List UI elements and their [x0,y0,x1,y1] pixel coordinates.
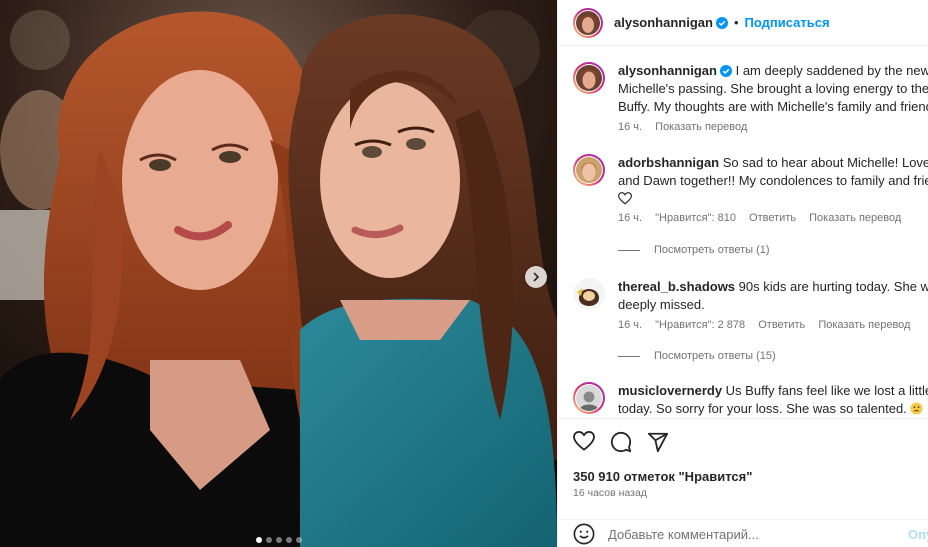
caption-line: I am deeply saddened by the news of [735,63,928,78]
photo-image [0,0,557,547]
comment-username[interactable]: adorbshannigan [618,155,719,170]
comment-button[interactable] [610,431,632,456]
post-actions: 350 910 отметок "Нравится" 16 часов наза… [558,418,928,547]
sad-face-emoji-icon [910,402,923,415]
view-replies-label: Посмотреть ответы (15) [654,350,776,362]
comment-line: So sad to hear about Michelle! Loved W [722,155,928,170]
share-button[interactable] [647,431,669,456]
caption-avatar[interactable] [573,62,605,94]
action-icons [573,431,669,456]
post-side-panel: alysonhannigan • Подписаться alysonhanni… [557,0,928,547]
carousel-dot [295,537,302,543]
comment-line: Us Buffy fans feel like we lost a little… [725,383,928,398]
comment-username[interactable]: thereal_b.shadows [618,279,735,294]
author-username[interactable]: alysonhannigan [614,15,713,30]
like-button[interactable] [573,431,595,456]
carousel-dot [285,537,292,543]
emoji-icon[interactable] [573,523,595,545]
carousel-dot [265,537,272,543]
translate-button[interactable]: Показать перевод [655,121,747,133]
follow-button[interactable]: Подписаться [745,15,830,30]
carousel-dots [0,537,557,543]
caption-username[interactable]: alysonhannigan [618,63,717,78]
author-avatar[interactable] [573,8,603,38]
comment-line: 90s kids are hurting today. She will b [738,279,928,294]
comment-text: musiclovernerdy Us Buffy fans feel like … [618,382,928,417]
avatar-image [576,65,602,91]
heart-icon [573,431,595,451]
comment-line: today. So sorry for your loss. She was s… [618,401,907,416]
view-replies-label: Посмотреть ответы (1) [654,244,770,256]
carousel-dot [275,537,282,543]
replies-line [618,249,640,251]
comment-likes[interactable]: "Нравится": 2 878 [655,319,745,331]
comment-avatar[interactable] [573,278,605,310]
comment-time: 16 ч. [618,212,643,224]
comment-icon [610,431,632,453]
caption-meta: 16 ч. Показать перевод [618,121,757,133]
avatar-image [576,10,600,35]
avatar-image [576,385,602,411]
avatar-image [576,157,602,183]
view-replies-button[interactable]: Посмотреть ответы (15) [618,350,776,362]
caption-time: 16 ч. [618,121,643,133]
translate-button[interactable]: Показать перевод [809,212,901,224]
comment-meta: 16 ч. "Нравится": 810 Ответить Показать … [618,212,911,224]
comment-composer: Опубликовать [558,519,928,547]
heart-emoji-icon [618,192,632,205]
caption-line: Michelle's passing. She brought a loving… [618,81,928,96]
post-photo[interactable] [0,0,557,547]
caption-text: alysonhannigan I am deeply saddened by t… [618,62,928,116]
comment-line: and Dawn together!! My condolences to fa… [618,173,928,188]
reply-button[interactable]: Ответить [758,319,805,331]
post-time[interactable]: 16 часов назад [573,487,647,499]
comment-text: adorbshannigan So sad to hear about Mich… [618,154,928,205]
post-header: alysonhannigan • Подписаться [558,0,928,46]
caption-line: Buffy. My thoughts are with Michelle's f… [618,99,928,114]
header-separator: • [733,15,739,30]
comment-avatar[interactable] [573,154,605,186]
comment-line: deeply missed. [618,297,705,312]
avatar-image [573,278,605,310]
verified-icon [715,16,728,29]
share-icon [647,432,669,453]
comment-text: thereal_b.shadows 90s kids are hurting t… [618,278,928,314]
comment-avatar[interactable] [573,382,605,414]
post-comment-button[interactable]: Опубликовать [908,527,928,542]
replies-line [618,355,640,357]
carousel-next-button[interactable] [525,266,547,288]
comment-input[interactable] [608,526,888,542]
comments-list: alysonhannigan I am deeply saddened by t… [558,47,928,417]
chevron-right-icon [533,272,540,282]
view-replies-button[interactable]: Посмотреть ответы (1) [618,244,770,256]
comment-likes[interactable]: "Нравится": 810 [655,212,736,224]
likes-count[interactable]: 350 910 отметок "Нравится" [573,469,752,484]
carousel-dot [255,537,262,543]
comment-time: 16 ч. [618,319,643,331]
translate-button[interactable]: Показать перевод [818,319,910,331]
comment-meta: 16 ч. "Нравится": 2 878 Ответить Показат… [618,319,920,331]
comment-username[interactable]: musiclovernerdy [618,383,722,398]
reply-button[interactable]: Ответить [749,212,796,224]
instagram-post-modal: alysonhannigan • Подписаться alysonhanni… [0,0,928,547]
verified-icon [719,65,732,77]
